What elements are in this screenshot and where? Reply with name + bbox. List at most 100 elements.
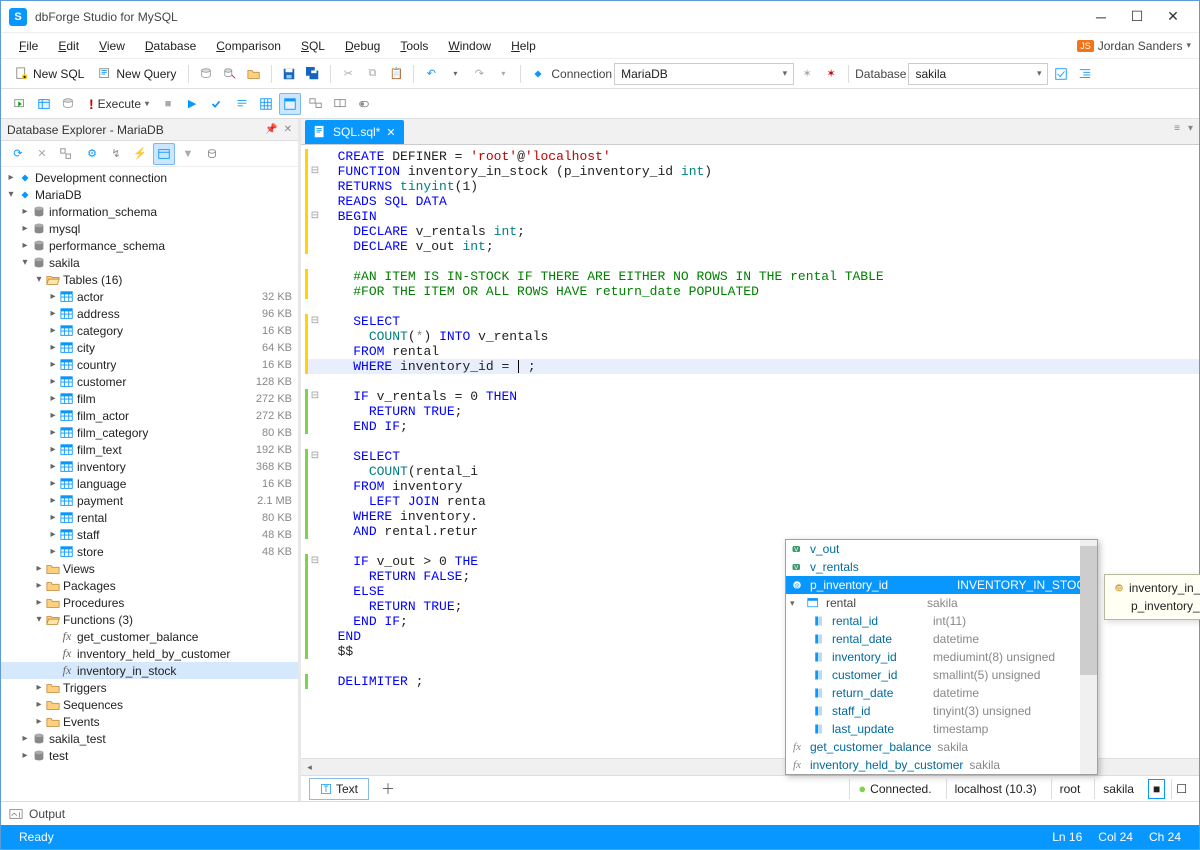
output-panel-toggle[interactable]: Output <box>1 801 1199 825</box>
redo-button[interactable]: ↷ <box>468 63 490 85</box>
menu-tools[interactable]: Tools <box>390 35 438 57</box>
menu-file[interactable]: File <box>9 35 48 57</box>
connection-combo[interactable]: MariaDB▾ <box>614 63 794 85</box>
tree-node-packages[interactable]: ▸Packages <box>1 577 298 594</box>
tree-node-get-customer-balance[interactable]: fxget_customer_balance <box>1 628 298 645</box>
tree-node-payment[interactable]: ▸payment2.1 MB <box>1 492 298 509</box>
tree-node-inventory[interactable]: ▸inventory368 KB <box>1 458 298 475</box>
tree-node-country[interactable]: ▸country16 KB <box>1 356 298 373</box>
tree-node-sakila-test[interactable]: ▸sakila_test <box>1 730 298 747</box>
paste-button[interactable]: 📋 <box>385 63 407 85</box>
tree-node-functions-3-[interactable]: ▾Functions (3) <box>1 611 298 628</box>
folder-open-button[interactable] <box>243 63 265 85</box>
tree-node-sequences[interactable]: ▸Sequences <box>1 696 298 713</box>
menu-comparison[interactable]: Comparison <box>206 35 291 57</box>
menu-help[interactable]: Help <box>501 35 546 57</box>
db2-icon[interactable] <box>57 93 79 115</box>
connect-icon[interactable] <box>527 63 549 85</box>
indent-icon[interactable] <box>1074 63 1096 85</box>
menu-view[interactable]: View <box>89 35 135 57</box>
tree2-icon[interactable]: ↯ <box>105 143 127 165</box>
ac-item-return_date[interactable]: return_datedatetime <box>786 684 1097 702</box>
autocomplete-scrollbar[interactable] <box>1080 540 1097 774</box>
ac-item-customer_id[interactable]: customer_idsmallint(5) unsigned <box>786 666 1097 684</box>
save-all-button[interactable] <box>302 63 324 85</box>
tree-node-information-schema[interactable]: ▸information_schema <box>1 203 298 220</box>
disconnect-icon[interactable]: ✶ <box>820 63 842 85</box>
tree-node-performance-schema[interactable]: ▸performance_schema <box>1 237 298 254</box>
menu-edit[interactable]: Edit <box>48 35 89 57</box>
menu-sql[interactable]: SQL <box>291 35 335 57</box>
tree-node-language[interactable]: ▸language16 KB <box>1 475 298 492</box>
new-query-button[interactable]: New Query <box>92 63 182 85</box>
tree5-icon[interactable] <box>201 143 223 165</box>
tree-node-inventory-in-stock[interactable]: fxinventory_in_stock <box>1 662 298 679</box>
tree-node-category[interactable]: ▸category16 KB <box>1 322 298 339</box>
tree3-icon[interactable]: ⚡ <box>129 143 151 165</box>
toggle-icon[interactable] <box>353 93 375 115</box>
ac-item-rental[interactable]: ▾rentalsakila <box>786 594 1097 612</box>
tab-extra-caret-icon[interactable]: ▾ <box>1188 123 1193 134</box>
close-button[interactable]: ✕ <box>1155 3 1191 31</box>
close-tab-icon[interactable]: ✕ <box>386 126 395 139</box>
tree1-icon[interactable]: ⚙ <box>81 143 103 165</box>
tree-node-views[interactable]: ▸Views <box>1 560 298 577</box>
copy-button[interactable]: ⧉ <box>361 63 383 85</box>
undo-button[interactable]: ↶ <box>420 63 442 85</box>
ac-item-rental_date[interactable]: rental_datedatetime <box>786 630 1097 648</box>
menu-window[interactable]: Window <box>438 35 501 57</box>
tree-node-mysql[interactable]: ▸mysql <box>1 220 298 237</box>
tree-node-store[interactable]: ▸store48 KB <box>1 543 298 560</box>
check2-icon[interactable] <box>205 93 227 115</box>
user-dropdown-caret-icon[interactable]: ▾ <box>1186 40 1191 51</box>
windows-icon[interactable] <box>55 143 77 165</box>
result-tab-text[interactable]: Text <box>309 778 369 800</box>
cut-button[interactable]: ✂ <box>337 63 359 85</box>
ac-item-inventory_id[interactable]: inventory_idmediumint(8) unsigned <box>786 648 1097 666</box>
tree-node-procedures[interactable]: ▸Procedures <box>1 594 298 611</box>
minimize-button[interactable]: ─ <box>1083 3 1119 31</box>
tree4-icon[interactable] <box>153 143 175 165</box>
ac-item-inventory_held_by_customer[interactable]: fxinventory_held_by_customersakila <box>786 756 1097 774</box>
undo-caret[interactable]: ▾ <box>444 63 466 85</box>
filter-icon[interactable]: ▼ <box>177 143 199 165</box>
delete-icon[interactable]: ✕ <box>31 143 53 165</box>
menu-debug[interactable]: Debug <box>335 35 390 57</box>
db-icon-button[interactable] <box>195 63 217 85</box>
new-sql-button[interactable]: ★ New SQL <box>9 63 90 85</box>
tree-node-sakila[interactable]: ▾sakila <box>1 254 298 271</box>
tree-node-tables-16-[interactable]: ▾Tables (16) <box>1 271 298 288</box>
tree-node-events[interactable]: ▸Events <box>1 713 298 730</box>
ac-item-v_rentals[interactable]: Vv_rentals <box>786 558 1097 576</box>
stop-button[interactable]: ■ <box>157 93 179 115</box>
close-panel-icon[interactable]: ✕ <box>284 124 292 135</box>
tree-node-inventory-held-by-customer[interactable]: fxinventory_held_by_customer <box>1 645 298 662</box>
layout-toggle-2[interactable]: ☐ <box>1171 779 1191 799</box>
tree-node-film-text[interactable]: ▸film_text192 KB <box>1 441 298 458</box>
tree-node-development-connection[interactable]: ▸Development connection <box>1 169 298 186</box>
user-name[interactable]: Jordan Sanders <box>1098 39 1183 53</box>
check1-icon[interactable] <box>1050 63 1072 85</box>
tree-node-city[interactable]: ▸city64 KB <box>1 339 298 356</box>
play-button[interactable]: ▶ <box>181 93 203 115</box>
scroll-left-icon[interactable]: ◂ <box>301 759 318 776</box>
compile-icon[interactable] <box>9 93 31 115</box>
doc-tab-active[interactable]: SQL.sql* ✕ <box>305 120 404 144</box>
comment-icon[interactable] <box>231 93 253 115</box>
tree-node-mariadb[interactable]: ▾MariaDB <box>1 186 298 203</box>
refresh-icon[interactable]: ⟳ <box>7 143 29 165</box>
layout-toggle-1[interactable]: ■ <box>1148 779 1165 799</box>
tree-node-customer[interactable]: ▸customer128 KB <box>1 373 298 390</box>
db-edit-button[interactable] <box>219 63 241 85</box>
tree-node-test[interactable]: ▸test <box>1 747 298 764</box>
autocomplete-popup[interactable]: Vv_outVv_rentals@p_inventory_idINVENTORY… <box>785 539 1098 775</box>
connect-star-icon[interactable]: ✶ <box>796 63 818 85</box>
redo-caret[interactable]: ▾ <box>492 63 514 85</box>
grid2-icon[interactable] <box>279 93 301 115</box>
ac-item-get_customer_balance[interactable]: fxget_customer_balancesakila <box>786 738 1097 756</box>
pin-icon[interactable]: 📌 <box>265 124 277 135</box>
menu-database[interactable]: Database <box>135 35 206 57</box>
code-editor[interactable]: CREATE DEFINER = 'root'@'localhost'⊟ FUN… <box>301 145 1199 758</box>
execute-button[interactable]: ! Execute ▾ <box>83 93 155 115</box>
window-icon[interactable] <box>305 93 327 115</box>
